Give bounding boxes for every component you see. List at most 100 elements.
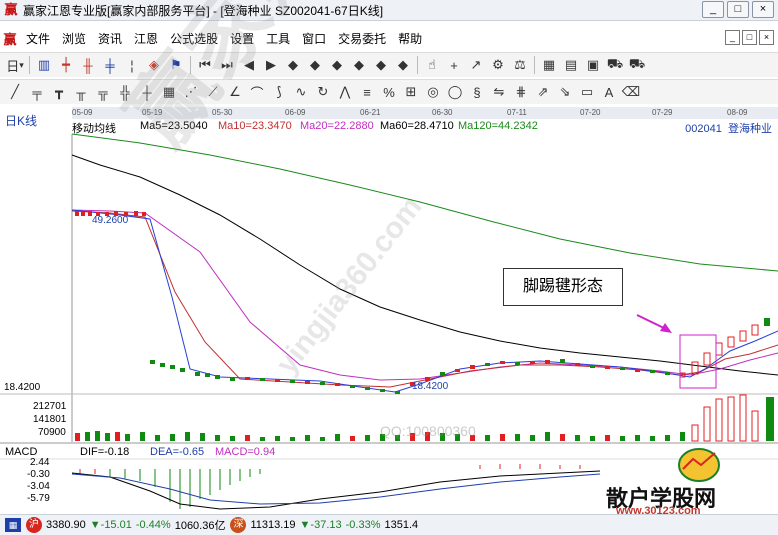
menu-trade[interactable]: 交易委托 bbox=[332, 30, 392, 47]
down-arrow-icon[interactable]: ⇘ bbox=[554, 82, 576, 102]
next-icon[interactable]: ▶ bbox=[260, 55, 282, 75]
ring-tool-icon[interactable]: ◯ bbox=[444, 82, 466, 102]
first-icon[interactable]: ⏮ bbox=[194, 55, 216, 75]
menu-formula[interactable]: 公式选股 bbox=[164, 30, 224, 47]
prev-icon[interactable]: ◀ bbox=[238, 55, 260, 75]
tline-tool-icon[interactable]: ┳ bbox=[48, 82, 70, 102]
gann-box-icon[interactable]: ▦ bbox=[158, 82, 180, 102]
line-tool-icon[interactable]: ╱ bbox=[4, 82, 26, 102]
toolbar-separator bbox=[190, 56, 191, 74]
expand-icon[interactable]: ◆ bbox=[348, 55, 370, 75]
menu-browse[interactable]: 浏览 bbox=[56, 30, 92, 47]
candles bbox=[75, 211, 770, 394]
macd-dea-value: DEA=-0.65 bbox=[150, 446, 205, 458]
menu-help[interactable]: 帮助 bbox=[392, 30, 428, 47]
arc-tool-icon[interactable]: ⌒ bbox=[246, 82, 268, 102]
sh-amount: 1060.36亿 bbox=[174, 520, 226, 532]
macd-axis-tick: -3.04 bbox=[27, 481, 50, 492]
crosshair-icon[interactable]: + bbox=[443, 55, 465, 75]
up-arrow-icon[interactable]: ⇗ bbox=[532, 82, 554, 102]
fork-tool-icon[interactable]: ╬ bbox=[114, 82, 136, 102]
calendar-icon[interactable]: ▦ bbox=[538, 55, 560, 75]
toolbar-separator bbox=[29, 56, 30, 74]
flag-icon[interactable]: ⚑ bbox=[165, 55, 187, 75]
angle-tool-icon[interactable]: ∠ bbox=[224, 82, 246, 102]
sh-badge[interactable]: 沪 bbox=[26, 517, 42, 533]
arrow-tool-icon[interactable]: ⇋ bbox=[488, 82, 510, 102]
ma10-line bbox=[71, 210, 778, 388]
measure-icon[interactable]: ⚖ bbox=[509, 55, 531, 75]
bracket-tool-icon[interactable]: ┼ bbox=[136, 82, 158, 102]
gann-fan-icon[interactable]: ⟋ bbox=[202, 82, 224, 102]
fib-tool-icon[interactable]: ≡ bbox=[356, 82, 378, 102]
menu-logo-icon[interactable]: 赢 bbox=[0, 29, 20, 48]
pattern-annotation: 脚踢毽形态 bbox=[503, 268, 623, 306]
minimize-button[interactable]: _ bbox=[702, 1, 724, 18]
mdi-close-button[interactable]: × bbox=[759, 30, 774, 45]
site-logo-graphic bbox=[678, 448, 720, 482]
trend-icon[interactable]: ↗ bbox=[465, 55, 487, 75]
mdi-minimize-button[interactable]: _ bbox=[725, 30, 740, 45]
keyboard-icon[interactable]: ▦ bbox=[5, 518, 21, 532]
status-bar: ▦ 沪 3380.90 ▼-15.01 -0.44% 1060.36亿 深 11… bbox=[0, 514, 778, 535]
toolbar-separator bbox=[534, 56, 535, 74]
delete-tool-icon[interactable]: ⌫ bbox=[620, 82, 642, 102]
hline-tool-icon[interactable]: ╤ bbox=[26, 82, 48, 102]
sh-pct: -0.44% bbox=[135, 519, 171, 531]
spring-tool-icon[interactable]: § bbox=[466, 82, 488, 102]
menu-info[interactable]: 资讯 bbox=[92, 30, 128, 47]
news-icon[interactable]: ▣ bbox=[582, 55, 604, 75]
shrink-icon[interactable]: ◆ bbox=[326, 55, 348, 75]
channel-tool-icon[interactable]: ╥ bbox=[70, 82, 92, 102]
menu-settings[interactable]: 设置 bbox=[224, 30, 260, 47]
reset-icon[interactable]: ◆ bbox=[392, 55, 414, 75]
zigzag-tool-icon[interactable]: ⋀ bbox=[334, 82, 356, 102]
wave-tool-icon[interactable]: ∿ bbox=[290, 82, 312, 102]
calculator-icon[interactable]: ▤ bbox=[560, 55, 582, 75]
app-logo-icon: 赢 bbox=[4, 2, 18, 17]
single-bar-icon[interactable]: ¦ bbox=[121, 55, 143, 75]
text-tool-icon[interactable]: A bbox=[598, 82, 620, 102]
last-icon[interactable]: ⏭ bbox=[216, 55, 238, 75]
mdi-restore-button[interactable]: □ bbox=[742, 30, 757, 45]
cost-distribution-icon[interactable]: ◈ bbox=[143, 55, 165, 75]
low-price-label: 18.4200 bbox=[412, 381, 449, 392]
fit-icon[interactable]: ◆ bbox=[370, 55, 392, 75]
volume-axis-tick: 70900 bbox=[38, 427, 66, 438]
ma120-line bbox=[71, 133, 778, 272]
alert-icon[interactable]: ⛟ bbox=[604, 55, 626, 75]
menu-file[interactable]: 文件 bbox=[20, 30, 56, 47]
menu-gann[interactable]: 江恩 bbox=[128, 30, 164, 47]
ohlc-icon[interactable]: ╪ bbox=[99, 55, 121, 75]
sz-pct: -0.33% bbox=[345, 519, 381, 531]
sz-badge[interactable]: 深 bbox=[230, 517, 247, 533]
channel2-tool-icon[interactable]: ⋕ bbox=[510, 82, 532, 102]
window-title: 赢家江恩专业版[赢家内部服务平台] - [登海种业 SZ002041-67日K线… bbox=[23, 3, 384, 18]
candlestick-icon[interactable]: ┿ bbox=[55, 55, 77, 75]
square-tool-icon[interactable]: ⊞ bbox=[400, 82, 422, 102]
volume-axis-tick: 212701 bbox=[33, 401, 67, 412]
zoom-out-icon[interactable]: ◆ bbox=[304, 55, 326, 75]
percent-tool-icon[interactable]: % bbox=[378, 82, 400, 102]
zoom-in-icon[interactable]: ◆ bbox=[282, 55, 304, 75]
menu-window[interactable]: 窗口 bbox=[296, 30, 332, 47]
multi-candle-icon[interactable]: ╫ bbox=[77, 55, 99, 75]
macd-dif-line bbox=[71, 470, 601, 510]
fan-tool-icon[interactable]: ⋰ bbox=[180, 82, 202, 102]
hand-icon[interactable]: ☝ bbox=[421, 55, 443, 75]
macd-dea-line bbox=[71, 473, 601, 505]
period-selector[interactable]: 日 ▾ bbox=[4, 55, 26, 75]
cycle-tool-icon[interactable]: ↻ bbox=[312, 82, 334, 102]
close-button[interactable]: × bbox=[752, 1, 774, 18]
truck-icon[interactable]: ⛟ bbox=[626, 55, 648, 75]
menu-tools[interactable]: 工具 bbox=[260, 30, 296, 47]
macd-axis-tick: 2.44 bbox=[30, 457, 50, 468]
spiral-tool-icon[interactable]: ⟆ bbox=[268, 82, 290, 102]
circle-tool-icon[interactable]: ◎ bbox=[422, 82, 444, 102]
indicator-icon[interactable]: ⚙ bbox=[487, 55, 509, 75]
rect-tool-icon[interactable]: ▭ bbox=[576, 82, 598, 102]
period-tool-icon[interactable]: ╦ bbox=[92, 82, 114, 102]
bar-chart-icon[interactable]: ▥ bbox=[33, 55, 55, 75]
maximize-button[interactable]: □ bbox=[727, 1, 749, 18]
y-axis-low-label: 18.4200 bbox=[4, 382, 41, 393]
